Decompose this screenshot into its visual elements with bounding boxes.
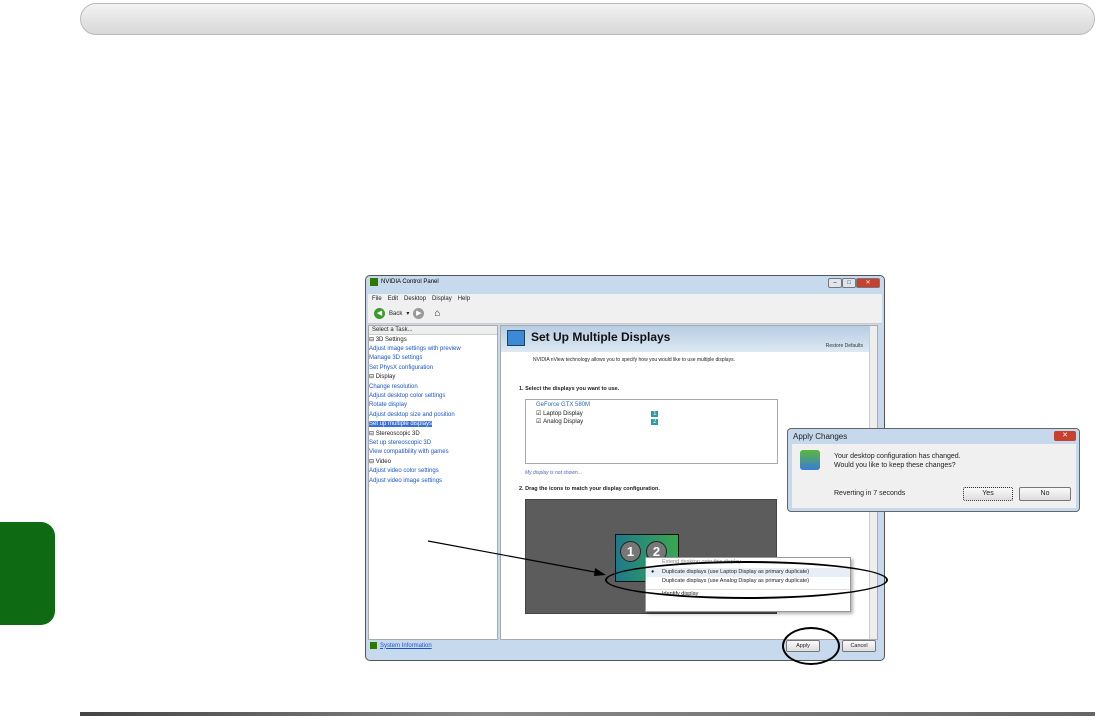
back-arrow-icon[interactable]: ◀ [374,308,385,319]
tree-item-label: Stereoscopic 3D [375,430,420,437]
status-bar: System Information [370,642,432,649]
menu-help[interactable]: Help [458,296,470,302]
checkbox[interactable]: ☑ [536,410,541,417]
gpu-label: GeForce GTX 580M [536,402,591,408]
close-button[interactable]: ✕ [856,278,880,288]
tree-task-link[interactable]: Set up multiple displays [369,420,497,429]
system-information-link[interactable]: System Information [380,643,432,649]
nvidia-logo-icon [370,278,378,286]
footer-rule [80,712,1095,716]
restore-defaults-link[interactable]: Restore Defaults [826,343,863,349]
multiple-displays-icon [507,330,525,346]
tree-item-label: Display [375,374,396,381]
tree-item-label: Video [375,458,391,465]
dialog-message-2: Would you like to keep these changes? [834,462,956,469]
callout-arrow [427,540,606,576]
menu-file[interactable]: File [372,296,382,302]
yes-button[interactable]: Yes [963,487,1013,501]
tree-item-label: Adjust desktop size and position [369,411,455,418]
monitor-1-icon[interactable]: 1 [620,541,641,562]
countdown-text: Reverting in 7 seconds [834,490,906,497]
tree-item-label: Adjust video image settings [369,477,443,484]
page-title: Set Up Multiple Displays [531,330,671,344]
toolbar: ◀ Back ▾ ▶ ⌂ [368,304,882,324]
chapter-tab [0,522,55,625]
tree-task-link[interactable]: Adjust desktop color settings [369,391,497,400]
system-info-icon [370,642,377,649]
apply-highlight-ellipse [782,627,840,665]
display-list: GeForce GTX 580M ☑ Laptop Display 1 ☑ Ana… [525,399,778,464]
tree-task-link[interactable]: Set PhysX configuration [369,363,497,372]
dialog-title: Apply Changes [793,432,848,441]
step1-heading: 1. Select the displays you want to use. [519,386,620,392]
task-tree: ⊟ 3D Settings Adjust image settings with … [369,335,497,486]
tree-item-label: Set PhysX configuration [369,364,434,371]
task-pane: Select a Task... ⊟ 3D Settings Adjust ima… [368,325,498,640]
apply-changes-dialog: Apply Changes ✕ Your desktop configurati… [787,428,1080,512]
tree-item-label: 3D Settings [375,336,407,343]
display-label: Laptop Display [543,410,583,417]
tree-category[interactable]: ⊟ Stereoscopic 3D [369,429,497,438]
forward-arrow-icon[interactable]: ▶ [413,308,425,319]
tree-item-label: View compatibility with games [369,449,449,456]
tree-task-link[interactable]: Adjust image settings with preview [369,344,497,353]
tree-item-label: Manage 3D settings [369,355,423,362]
tree-task-link[interactable]: View compatibility with games [369,448,497,457]
step2-heading: 2. Drag the icons to match your display … [519,486,660,492]
tree-item-label: Set up multiple displays [369,421,433,428]
tree-item-label: Adjust video color settings [369,468,439,475]
dialog-message-1: Your desktop configuration has changed. [834,453,961,460]
dialog-body: Your desktop configuration has changed. … [792,444,1076,508]
tree-item-label: Adjust desktop color settings [369,392,446,399]
menu-desktop[interactable]: Desktop [404,296,426,302]
tree-category[interactable]: ⊟ Video [369,457,497,466]
menu-display[interactable]: Display [432,296,452,302]
dialog-close-button[interactable]: ✕ [1054,431,1076,441]
tree-task-link[interactable]: Adjust video image settings [369,476,497,485]
page-header-bar [80,3,1095,35]
minimize-button[interactable]: – [828,278,842,288]
tree-category[interactable]: ⊟ 3D Settings [369,335,497,344]
display-number-badge: 2 [651,418,659,425]
tree-item-label: Set up stereoscopic 3D [369,439,432,446]
window-title: NVIDIA Control Panel [381,279,439,285]
tree-item-label: Rotate display [369,402,408,409]
tree-category[interactable]: ⊟ Display [369,373,497,382]
title-bar: NVIDIA Control Panel [370,278,439,286]
display-row: ☑ Analog Display 2 [536,418,767,425]
home-icon[interactable]: ⌂ [434,308,440,319]
page-header: Set Up Multiple Displays Restore Default… [501,326,871,352]
menu-edit[interactable]: Edit [388,296,398,302]
no-button[interactable]: No [1019,487,1071,501]
checkbox[interactable]: ☑ [536,418,541,425]
tree-task-link[interactable]: Manage 3D settings [369,354,497,363]
tree-task-link[interactable]: Change resolution [369,382,497,391]
display-label: Analog Display [543,418,584,425]
display-not-shown-link[interactable]: My display is not shown... [525,470,582,476]
maximize-button[interactable]: □ [842,278,856,288]
display-settings-icon [800,450,820,470]
highlight-ellipse [605,561,888,599]
description: NVIDIA nView technology allows you to sp… [533,357,735,363]
cancel-button[interactable]: Cancel [842,640,876,652]
tree-task-link[interactable]: Adjust desktop size and position [369,410,497,419]
tree-task-link[interactable]: Rotate display [369,401,497,410]
tree-item-label: Adjust image settings with preview [369,345,461,352]
dropdown-icon[interactable]: ▾ [406,310,409,317]
display-number-badge: 1 [651,410,659,417]
back-button[interactable]: Back [389,311,402,317]
task-pane-header: Select a Task... [369,326,497,335]
tree-item-label: Change resolution [369,383,418,390]
menu-bar: File Edit Desktop Display Help [368,294,882,304]
display-row: ☑ Laptop Display 1 [536,410,767,417]
tree-task-link[interactable]: Set up stereoscopic 3D [369,438,497,447]
tree-task-link[interactable]: Adjust video color settings [369,467,497,476]
